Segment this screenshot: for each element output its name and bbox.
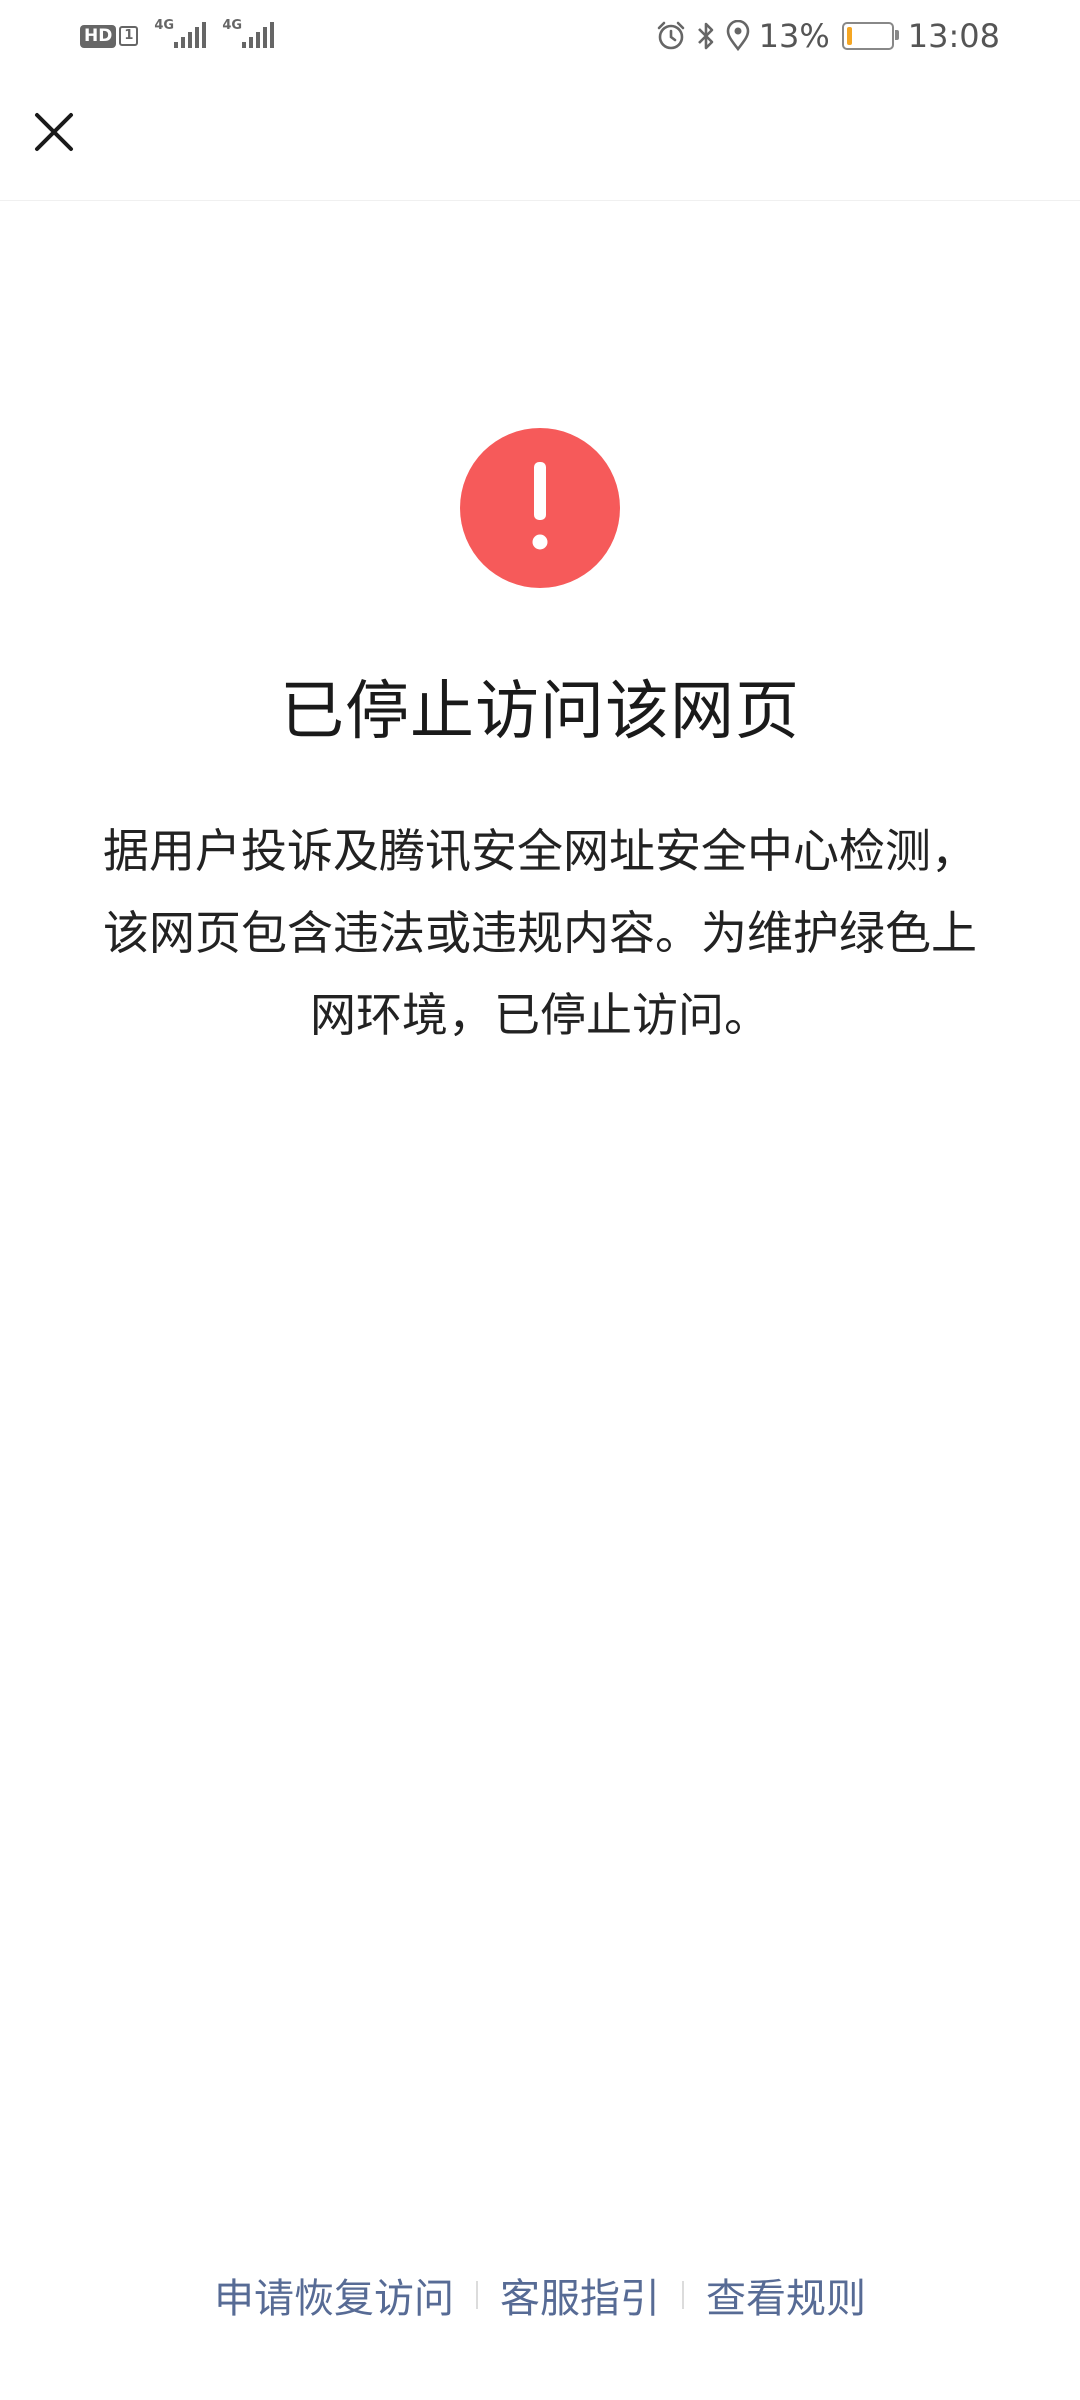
status-bar: HD 1 4G 4G 13% 13:08 <box>0 0 1080 72</box>
location-icon <box>725 20 751 52</box>
battery-percentage: 13% <box>758 17 830 55</box>
battery-fill <box>846 27 852 45</box>
restore-access-link[interactable]: 申请恢复访问 <box>206 2266 462 2324</box>
customer-service-link[interactable]: 客服指引 <box>492 2266 668 2324</box>
link-divider <box>476 2281 478 2309</box>
bluetooth-icon <box>695 20 717 52</box>
hd-sim-label: 1 <box>119 26 139 46</box>
page-title: 已停止访问该网页 <box>280 675 800 749</box>
exclamation-icon <box>460 428 620 588</box>
clock: 13:08 <box>907 17 1000 55</box>
top-bar <box>0 72 1080 201</box>
signal-bars-icon <box>174 22 207 48</box>
link-divider <box>682 2281 684 2309</box>
hd-voice-icon: HD 1 <box>80 24 139 48</box>
block-message: 据用户投诉及腾讯安全网址安全中心检测，该网页包含违法或违规内容。为维护绿色上网环… <box>103 824 977 1042</box>
battery-icon <box>841 22 899 50</box>
hd-label: HD <box>80 24 117 48</box>
close-button[interactable] <box>22 100 86 164</box>
alarm-icon <box>655 20 687 52</box>
view-rules-link[interactable]: 查看规则 <box>698 2266 874 2324</box>
close-icon <box>35 113 73 151</box>
status-bar-right: 13% 13:08 <box>655 14 1000 58</box>
signal-bars-icon <box>242 22 275 48</box>
status-bar-left: HD 1 4G 4G <box>80 18 290 54</box>
signal-icon-sim1: 4G <box>154 18 208 54</box>
signal-icon-sim2: 4G <box>222 18 276 54</box>
screen: HD 1 4G 4G 13% 13:08 已停止访问该网页 据用户投诉及腾讯安全… <box>0 0 1080 2400</box>
bottom-links: 申请恢复访问 客服指引 查看规则 <box>0 2260 1080 2330</box>
